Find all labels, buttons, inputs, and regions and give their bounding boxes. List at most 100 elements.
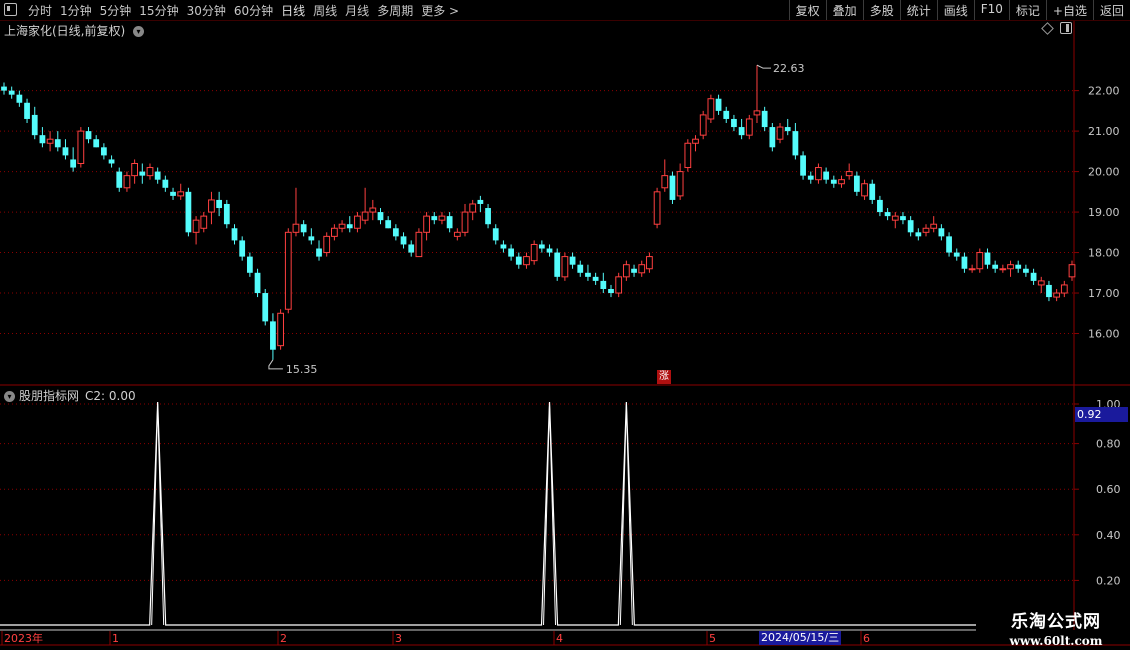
candle xyxy=(915,228,922,241)
time-axis-label: 1 xyxy=(112,632,119,645)
candle-body xyxy=(277,312,284,347)
candle xyxy=(569,252,576,269)
candle-body xyxy=(131,162,139,177)
chevron-down-icon[interactable]: ▾ xyxy=(4,391,15,402)
candle-body xyxy=(1060,284,1068,294)
candle-body xyxy=(31,114,38,136)
candle-body xyxy=(146,167,154,177)
candle-body xyxy=(731,118,737,128)
candle xyxy=(853,171,860,196)
candle xyxy=(684,139,692,172)
candle xyxy=(585,264,591,281)
candle xyxy=(992,260,999,273)
indicator-tick-label: 0.40 xyxy=(1096,529,1121,542)
candle-body xyxy=(408,244,415,253)
watermark-url: www.60lt.com xyxy=(1009,634,1103,648)
candle-body xyxy=(984,252,991,265)
candle xyxy=(900,212,906,225)
candle xyxy=(976,248,984,273)
candle xyxy=(170,187,176,200)
candle xyxy=(615,272,623,298)
candle-body xyxy=(907,220,914,233)
candle xyxy=(70,147,77,172)
zhang-marker: 涨 xyxy=(657,370,671,384)
candle xyxy=(400,232,407,249)
max-annotation-line xyxy=(756,64,771,69)
candle xyxy=(1015,260,1022,273)
candle xyxy=(1,82,7,95)
candle xyxy=(323,232,331,257)
candle xyxy=(984,248,991,269)
candle xyxy=(262,288,269,326)
candle xyxy=(823,167,830,184)
candle-body xyxy=(1037,280,1045,286)
candle-body xyxy=(776,126,784,140)
candle-body xyxy=(561,256,569,278)
candle-body xyxy=(608,288,614,294)
candle-body xyxy=(745,118,753,136)
candle xyxy=(692,135,699,152)
candle xyxy=(469,199,477,221)
candle xyxy=(477,195,484,213)
indicator-tick-label: 0.60 xyxy=(1096,483,1121,496)
candle-body xyxy=(223,203,230,225)
candle-body xyxy=(638,264,646,274)
candle xyxy=(622,260,630,281)
candle xyxy=(438,212,446,225)
candle xyxy=(577,260,584,277)
candle-body xyxy=(884,212,891,217)
candle xyxy=(62,139,69,160)
candle-body xyxy=(784,127,791,132)
candle-body xyxy=(438,215,446,221)
candle-body xyxy=(661,175,669,189)
candle-body xyxy=(154,171,161,180)
candle-body xyxy=(891,215,899,221)
candle-body xyxy=(270,321,276,350)
candle xyxy=(838,175,845,188)
time-axis-label: 6 xyxy=(863,632,870,645)
candle-body xyxy=(200,215,208,229)
candle xyxy=(738,118,745,140)
candle xyxy=(377,208,384,225)
min-price-label: 15.35 xyxy=(286,363,318,376)
kline-tick-label: 20.00 xyxy=(1088,166,1120,179)
candle-body xyxy=(316,248,322,257)
c2-signal-line xyxy=(0,401,976,626)
candle-body xyxy=(753,110,761,116)
candle xyxy=(154,167,161,184)
candle-body xyxy=(93,139,100,148)
candle-body xyxy=(385,220,392,229)
candle xyxy=(8,86,15,99)
candle-body xyxy=(116,171,123,188)
candle xyxy=(676,163,684,200)
candle-body xyxy=(361,211,369,221)
time-axis-label: 3 xyxy=(395,632,402,645)
indicator-title: ▾ 股朋指标网 C2: 0.00 xyxy=(4,387,136,404)
candle xyxy=(807,171,814,184)
candle-body xyxy=(24,102,30,119)
candle xyxy=(316,240,322,261)
candle-body xyxy=(577,264,584,273)
candle-body xyxy=(308,236,315,241)
candle-body xyxy=(738,127,745,136)
candle-body xyxy=(968,268,976,271)
candle xyxy=(815,163,822,184)
candle-body xyxy=(108,159,115,164)
kline-tick-label: 18.00 xyxy=(1088,247,1120,260)
candle xyxy=(800,151,806,180)
candle-body xyxy=(216,199,223,209)
candle xyxy=(538,240,545,253)
candle xyxy=(776,123,784,144)
candle-body xyxy=(415,231,423,258)
candle xyxy=(108,155,115,168)
candle-body xyxy=(231,228,238,241)
cursor-date-badge: 2024/05/15/三 xyxy=(759,631,842,645)
candle xyxy=(530,240,538,265)
candle xyxy=(284,228,292,314)
candle xyxy=(185,187,192,237)
candle xyxy=(123,171,131,192)
candle xyxy=(884,208,891,221)
candle xyxy=(961,252,968,273)
time-axis-label: 2023年 xyxy=(4,631,43,645)
candle-body xyxy=(70,159,77,168)
